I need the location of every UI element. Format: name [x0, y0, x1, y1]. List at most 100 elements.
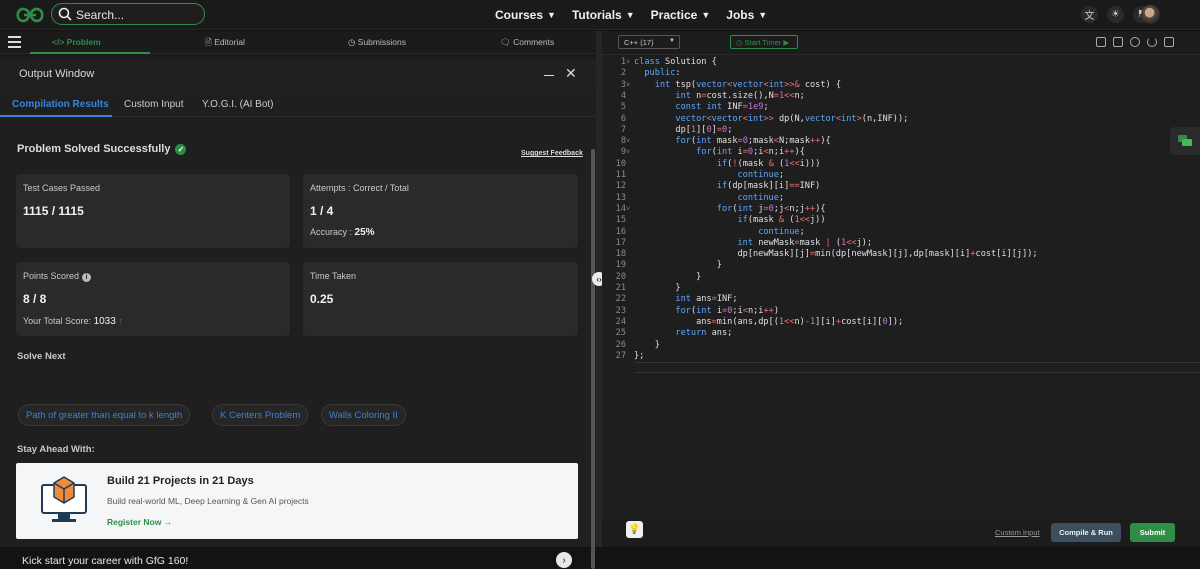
- chevron-down-icon: ▼: [547, 10, 556, 20]
- tab-submissions[interactable]: ◷ Submissions: [348, 37, 406, 48]
- nav-courses[interactable]: Courses ▼: [495, 8, 556, 22]
- nav-practice[interactable]: Practice ▼: [651, 8, 711, 22]
- line-number: 22: [615, 294, 626, 305]
- code-line[interactable]: int ans=INF;: [634, 294, 737, 305]
- line-number: 16: [615, 226, 626, 237]
- line-number: 15: [615, 215, 626, 226]
- output-window: Output Window ✕ Compilation Results Cust…: [0, 59, 596, 569]
- suggest-feedback-link[interactable]: Suggest Feedback: [521, 150, 583, 157]
- code-line[interactable]: dp[newMask][j]=min(dp[newMask][j],dp[mas…: [634, 249, 1037, 260]
- compile-run-button[interactable]: Compile & Run: [1051, 523, 1121, 542]
- code-line[interactable]: }: [634, 340, 660, 351]
- code-line[interactable]: for(int mask=0;mask<N;mask++){: [634, 136, 830, 147]
- tab-yogi-bot[interactable]: Y.O.G.I. (AI Bot): [202, 99, 274, 110]
- info-icon[interactable]: i: [82, 273, 92, 282]
- code-line[interactable]: int newMask=mask | (1<<j);: [634, 238, 872, 249]
- register-link[interactable]: Register Now →: [107, 517, 172, 527]
- code-line[interactable]: dp[1][0]=0;: [634, 125, 732, 136]
- code-line[interactable]: return ans;: [634, 328, 732, 339]
- code-line[interactable]: for(int i=0;i<n;i++): [634, 306, 779, 317]
- tests-label: Test Cases Passed: [23, 183, 101, 193]
- close-icon[interactable]: ✕: [565, 65, 577, 82]
- custom-input-link[interactable]: Custom Input: [995, 528, 1040, 537]
- tab-comments[interactable]: 🗨 Comments: [500, 37, 554, 48]
- line-number: 18: [615, 249, 626, 260]
- points-value: 8 / 8: [23, 292, 47, 306]
- chat-icon[interactable]: [1170, 127, 1200, 155]
- line-number: 26: [615, 339, 626, 350]
- code-line[interactable]: continue;: [634, 227, 805, 238]
- line-number: 17: [615, 237, 626, 248]
- code-area[interactable]: class Solution { public: int tsp(vector<…: [634, 55, 1200, 520]
- stay-ahead-heading: Stay Ahead With:: [17, 444, 95, 455]
- code-line[interactable]: for(int j=0;j<n;j++){: [634, 204, 826, 215]
- code-line[interactable]: if(dp[mask][i]==INF): [634, 181, 821, 192]
- code-line[interactable]: }: [634, 272, 701, 283]
- settings-icon[interactable]: [1130, 37, 1140, 47]
- main-nav: Courses ▼ Tutorials ▼ Practice ▼ Jobs ▼: [495, 8, 783, 22]
- fold-chevron-icon[interactable]: ˅: [626, 204, 630, 215]
- scrollbar[interactable]: [591, 149, 595, 569]
- tab-editorial[interactable]: 🗎 Editorial: [205, 37, 245, 51]
- translate-icon[interactable]: 文: [1081, 6, 1098, 23]
- code-line[interactable]: int n=cost.size(),N=1<<n;: [634, 91, 804, 102]
- line-number: 8: [620, 136, 626, 147]
- fullscreen-icon[interactable]: [1164, 37, 1174, 47]
- solve-next-chip[interactable]: Path of greater than equal to k length: [18, 404, 191, 426]
- tab-custom-input[interactable]: Custom Input: [124, 99, 183, 110]
- refresh-icon[interactable]: [1147, 37, 1157, 47]
- menu-icon[interactable]: [8, 36, 21, 48]
- code-line[interactable]: }: [634, 260, 722, 271]
- language-select[interactable]: C++ (17) ▼: [618, 35, 680, 49]
- code-line[interactable]: public:: [634, 68, 680, 79]
- output-tabs: Compilation Results Custom Input Y.O.G.I…: [0, 91, 596, 117]
- tab-compilation-results[interactable]: Compilation Results: [12, 99, 109, 110]
- nav-jobs[interactable]: Jobs ▼: [726, 8, 767, 22]
- attempts-label: Attempts : Correct / Total: [310, 183, 409, 193]
- fold-chevron-icon[interactable]: ˅: [626, 57, 630, 68]
- chevron-right-icon[interactable]: ›: [556, 552, 572, 568]
- file-icon[interactable]: [1113, 37, 1123, 47]
- promo-title: Build 21 Projects in 21 Days: [107, 475, 254, 487]
- line-number: 2: [620, 68, 626, 79]
- copy-icon[interactable]: [1096, 37, 1106, 47]
- code-line[interactable]: }: [634, 283, 680, 294]
- avatar[interactable]: [1141, 5, 1160, 24]
- output-header: Output Window ✕: [0, 59, 596, 91]
- theme-icon[interactable]: ☀: [1107, 6, 1124, 23]
- nav-label: Courses: [495, 8, 544, 22]
- solve-next-chip[interactable]: Walls Coloring II: [321, 404, 406, 426]
- code-line[interactable]: int tsp(vector<vector<int>>& cost) {: [634, 80, 841, 91]
- accuracy-label: Accuracy :: [310, 227, 353, 237]
- solve-next-chip[interactable]: K Centers Problem: [212, 404, 309, 426]
- nav-tutorials[interactable]: Tutorials ▼: [572, 8, 635, 22]
- code-editor[interactable]: 1 ˅ 2 3 ˅ 4 5 6 7 8 ˅ 9 ˅ 10 11 12 13 14 ˅ 15 16 17 18 19 20 21 22…: [602, 54, 1200, 520]
- submit-button[interactable]: Submit: [1130, 523, 1175, 542]
- code-line[interactable]: class Solution {: [634, 57, 717, 68]
- code-line[interactable]: if(mask & (1<<j)): [634, 215, 825, 226]
- minimize-icon[interactable]: [544, 75, 554, 76]
- lightbulb-icon[interactable]: 💡: [626, 521, 643, 538]
- tab-problem[interactable]: </> Problem: [52, 37, 101, 47]
- tab-label: Editorial: [214, 37, 245, 47]
- start-timer-button[interactable]: ◷ Start Timer ▶: [730, 35, 798, 49]
- code-line[interactable]: continue;: [634, 193, 784, 204]
- search-box[interactable]: Search...: [51, 3, 205, 25]
- code-line[interactable]: continue;: [634, 170, 784, 181]
- top-icons: 文 ☀ ⚑: [1081, 6, 1150, 23]
- code-line[interactable]: for(int i=0;i<n;i++){: [634, 147, 805, 158]
- fold-chevron-icon[interactable]: ˅: [626, 147, 630, 158]
- search-input[interactable]: Search...: [76, 8, 124, 22]
- code-line[interactable]: };: [634, 351, 644, 362]
- fold-chevron-icon[interactable]: ˅: [626, 80, 630, 91]
- chevron-down-icon: ▼: [625, 10, 635, 20]
- arrow-up-icon: ↑: [118, 316, 123, 326]
- code-line[interactable]: if(!(mask & (1<<i))): [634, 159, 821, 170]
- fold-chevron-icon[interactable]: ˅: [626, 136, 630, 147]
- search-icon: [58, 7, 72, 21]
- code-line[interactable]: vector<vector<int>> dp(N,vector<int>(n,I…: [634, 114, 908, 125]
- code-line[interactable]: ans=min(ans,dp[(1<<n)-1][i]+cost[i][0]);: [634, 317, 903, 328]
- promo-banner[interactable]: Build 21 Projects in 21 Days Build real-…: [16, 463, 578, 539]
- gfg-logo[interactable]: [13, 5, 47, 25]
- code-line[interactable]: const int INF=1e9;: [634, 102, 768, 113]
